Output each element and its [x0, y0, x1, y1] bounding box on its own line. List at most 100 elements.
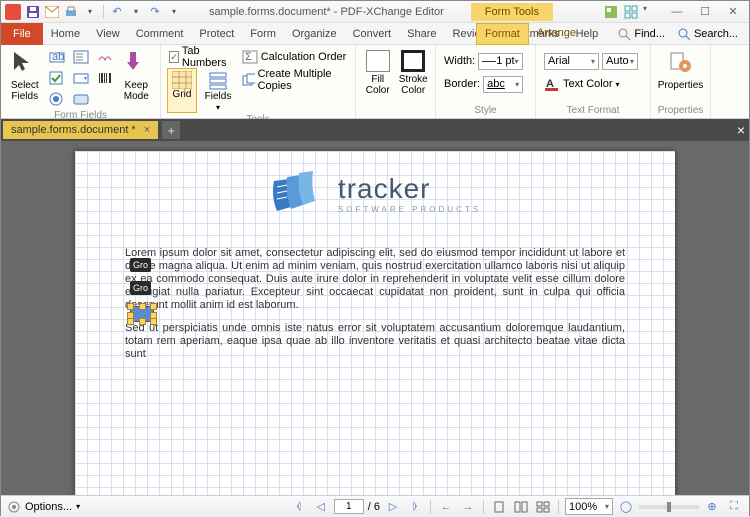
keep-mode-label: Keep Mode	[124, 80, 149, 102]
pdf-page[interactable]: trackerSOFTWARE PRODUCTS Gro Gro Lorem i…	[75, 151, 675, 495]
menu-share[interactable]: Share	[399, 24, 444, 44]
save-icon[interactable]	[25, 4, 41, 20]
ui-expand-icon[interactable]	[623, 4, 639, 20]
dropdown-icon[interactable]: ▾	[82, 4, 98, 20]
maximize-button[interactable]: ☐	[691, 2, 719, 22]
svg-text:ab: ab	[52, 51, 64, 63]
layout1-icon[interactable]	[490, 499, 508, 515]
last-page-icon[interactable]: ⦊	[406, 499, 424, 515]
redo-icon[interactable]: ↷	[147, 4, 163, 20]
ui-green-icon[interactable]	[603, 4, 619, 20]
nav-back-icon[interactable]: ←	[437, 499, 455, 515]
menu-view[interactable]: View	[88, 24, 128, 44]
grid-button[interactable]: Grid	[167, 68, 197, 113]
logo-sub: SOFTWARE PRODUCTS	[338, 205, 481, 214]
title-bar: ▾ ↶ ▾ ↷ ▾ sample.forms.document* - PDF-X…	[1, 1, 749, 23]
undo-dd-icon[interactable]: ▾	[128, 4, 144, 20]
redo-dd-icon[interactable]: ▾	[166, 4, 182, 20]
next-page-icon[interactable]: ▷	[384, 499, 402, 515]
prev-page-icon[interactable]: ◁	[312, 499, 330, 515]
document-tab[interactable]: sample.forms.document *×	[3, 121, 158, 139]
page-input[interactable]	[334, 499, 364, 514]
logo-name: tracker	[338, 173, 481, 205]
app-icon	[5, 4, 21, 20]
zoom-slider[interactable]	[639, 505, 699, 509]
close-button[interactable]: ✕	[719, 2, 747, 22]
layout2-icon[interactable]	[512, 499, 530, 515]
form-field-2[interactable]: Gro	[130, 281, 151, 295]
find-button[interactable]: Find...	[612, 24, 670, 44]
ui-dd-icon[interactable]: ▾	[643, 4, 659, 20]
file-menu[interactable]: File	[1, 23, 43, 45]
add-tab-button[interactable]: +	[162, 121, 180, 139]
menu-convert[interactable]: Convert	[345, 24, 400, 44]
checkbox-tool[interactable]	[47, 68, 67, 88]
minimize-button[interactable]: —	[663, 2, 691, 22]
page-count: / 6	[368, 501, 380, 513]
select-fields-label: Select Fields	[11, 80, 39, 102]
status-bar: Options...▾ ⦉ ◁ / 6 ▷ ⦊ ← → 100%▾ ◯ ⊕ ⛶	[1, 495, 749, 517]
workspace[interactable]: trackerSOFTWARE PRODUCTS Gro Gro Lorem i…	[1, 141, 749, 495]
stroke-color-button[interactable]: Stroke Color	[398, 47, 430, 96]
multiple-copies-button[interactable]: Create Multiple Copies	[240, 70, 349, 90]
menu-format[interactable]: Format	[476, 23, 529, 45]
fields-button[interactable]: Fields▾	[201, 68, 235, 113]
group-textformat-label: Text Format	[542, 104, 644, 118]
listbox-tool[interactable]	[71, 47, 91, 67]
mail-icon[interactable]	[44, 4, 60, 20]
font-select[interactable]: Arial▾	[544, 53, 599, 70]
radio-tool[interactable]	[47, 89, 67, 109]
group-style-label: Style	[442, 104, 529, 118]
options-button[interactable]: Options...	[25, 501, 72, 513]
search-button[interactable]: Search...	[672, 24, 743, 44]
width-select[interactable]: 1 pt▾	[478, 53, 522, 70]
logo-mark-icon	[269, 169, 324, 217]
document-tab-bar: sample.forms.document *× + ×	[1, 119, 749, 141]
selected-form-field[interactable]	[130, 306, 154, 322]
button-tool[interactable]	[71, 89, 91, 109]
body-text: Lorem ipsum dolor sit amet, consectetur …	[125, 247, 625, 361]
menu-form[interactable]: Form	[242, 24, 284, 44]
form-field-1[interactable]: Gro	[130, 258, 151, 272]
combo-tool[interactable]	[71, 68, 91, 88]
signature-tool[interactable]	[95, 47, 115, 67]
width-label: Width:	[444, 55, 475, 67]
gear-icon[interactable]	[7, 500, 21, 514]
calc-order-button[interactable]: ΣCalculation Order	[240, 47, 349, 67]
ribbon: Select Fields ab Keep Mode Form Fields ✓…	[1, 45, 749, 119]
print-icon[interactable]	[63, 4, 79, 20]
undo-icon[interactable]: ↶	[109, 4, 125, 20]
fill-color-button[interactable]: Fill Color	[362, 47, 394, 96]
menu-organize[interactable]: Organize	[284, 24, 345, 44]
barcode-tool[interactable]	[95, 68, 115, 88]
close-tab-icon[interactable]: ×	[144, 124, 150, 136]
select-fields-button[interactable]: Select Fields	[7, 47, 43, 102]
text-color-button[interactable]: AText Color▾	[542, 74, 622, 94]
border-label: Border:	[444, 78, 480, 90]
first-page-icon[interactable]: ⦉	[290, 499, 308, 515]
titlebar-ext-icons: ▾	[603, 4, 659, 20]
border-select[interactable]: abc▾	[483, 76, 523, 93]
zoom-select[interactable]: 100%▾	[565, 498, 613, 515]
menu-comment[interactable]: Comment	[128, 24, 192, 44]
fit-icon[interactable]: ⛶	[725, 499, 743, 515]
form-tools-context-label: Form Tools	[471, 3, 553, 21]
properties-button[interactable]: Properties	[661, 47, 701, 91]
quick-access-toolbar: ▾ ↶ ▾ ↷ ▾	[25, 4, 182, 20]
menu-protect[interactable]: Protect	[191, 24, 242, 44]
zoom-out-icon[interactable]: ◯	[617, 499, 635, 515]
layout3-icon[interactable]	[534, 499, 552, 515]
menu-arrange[interactable]: Arrange	[529, 23, 584, 45]
menu-home[interactable]: Home	[43, 24, 88, 44]
search-label: Search...	[694, 28, 738, 40]
fontsize-select[interactable]: Auto▾	[602, 53, 638, 70]
logo: trackerSOFTWARE PRODUCTS	[125, 169, 625, 217]
keep-mode-button[interactable]: Keep Mode	[119, 47, 155, 102]
menu-bar: File Home View Comment Protect Form Orga…	[1, 23, 749, 45]
close-panel-icon[interactable]: ×	[737, 122, 745, 138]
textfield-tool[interactable]: ab	[47, 47, 67, 67]
nav-fwd-icon[interactable]: →	[459, 499, 477, 515]
window-title: sample.forms.document* - PDF-XChange Edi…	[182, 6, 471, 18]
tab-numbers-check[interactable]: ✓Tab Numbers	[167, 47, 236, 67]
zoom-in-icon[interactable]: ⊕	[703, 499, 721, 515]
